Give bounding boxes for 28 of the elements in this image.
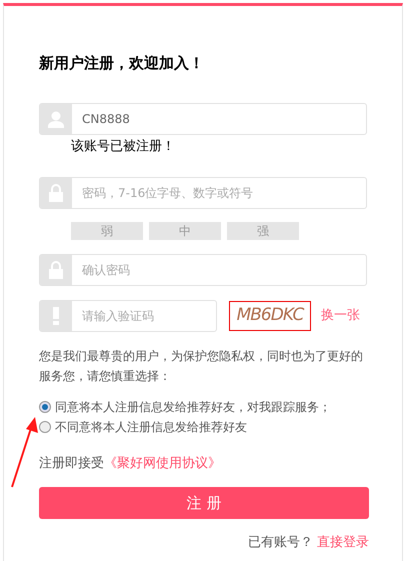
login-prompt: 已有账号？ <box>248 534 313 552</box>
strength-bar: 弱 <box>71 222 143 240</box>
form-title: 新用户注册，欢迎加入！ <box>39 53 205 73</box>
text-input[interactable]: CN8888 <box>72 104 366 134</box>
agreement-text: 注册即接受 <box>39 454 104 472</box>
lock-icon <box>49 184 63 202</box>
text-input[interactable]: 密码，7-16位字母、数字或符号 <box>72 178 366 208</box>
input-field[interactable]: CN8888 <box>39 103 367 135</box>
exclamation-icon <box>53 306 59 324</box>
input-field[interactable]: 确认密码 <box>39 254 367 286</box>
refresh-link[interactable]: 换一张 <box>321 306 360 326</box>
privacy-note: 您是我们最尊贵的用户，为保护您隐私权，同时也为了更好的服务您，请您慎重选择： <box>39 348 364 384</box>
captcha-image: MB6DKC <box>229 300 311 330</box>
register-button[interactable]: 注 册 <box>39 487 369 519</box>
strength-bar: 中 <box>149 222 221 240</box>
arrow-annotation <box>11 417 38 488</box>
radio-option[interactable]: 不同意将本人注册信息发给推荐好友 <box>39 418 367 436</box>
lock-icon <box>49 260 63 278</box>
input-field[interactable]: 请输入验证码 <box>39 300 217 332</box>
input-field[interactable]: 密码，7-16位字母、数字或符号 <box>39 176 367 208</box>
user-icon <box>47 110 65 128</box>
radio-option[interactable]: 同意将本人注册信息发给推荐好友，对我跟踪服务； <box>39 398 367 416</box>
text-input[interactable]: 请输入验证码 <box>72 300 216 330</box>
error-message: 该账号已被注册！ <box>71 138 176 156</box>
login-link[interactable]: 直接登录 <box>317 533 369 552</box>
strength-bar: 强 <box>227 222 299 240</box>
agreement-link[interactable]: 《聚好网使用协议》 <box>104 454 221 473</box>
text-input[interactable]: 确认密码 <box>72 254 366 284</box>
